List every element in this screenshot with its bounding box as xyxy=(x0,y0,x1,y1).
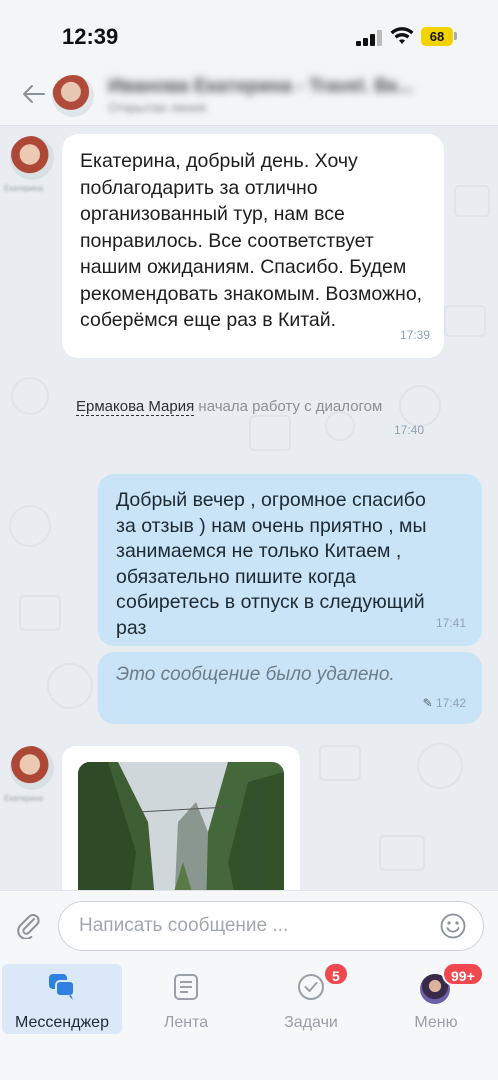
nav-label: Меню xyxy=(414,1014,458,1031)
menu-badge: 99+ xyxy=(442,962,484,986)
sender-label: Екатерина xyxy=(4,794,44,803)
battery-tip xyxy=(454,32,457,40)
message-time: 17:39 xyxy=(399,328,430,342)
feed-icon xyxy=(174,974,198,1000)
system-message: Ермакова Мария начала работу с диалогом xyxy=(76,396,436,418)
sender-avatar[interactable] xyxy=(10,746,54,790)
signal-icon xyxy=(356,30,382,46)
message-text: Екатерина, добрый день. Хочу поблагодари… xyxy=(80,150,423,331)
incoming-message[interactable]: Екатерина, добрый день. Хочу поблагодари… xyxy=(62,134,444,358)
photo-image xyxy=(78,762,284,890)
outgoing-message[interactable]: Добрый вечер , огромное спасибо за отзыв… xyxy=(98,474,482,646)
photo-message[interactable] xyxy=(62,746,300,890)
message-time: ✎ 17:42 xyxy=(423,691,466,716)
deleted-message[interactable]: Это сообщение было удалено. ✎ 17:42 xyxy=(98,652,482,724)
check-circle-icon xyxy=(298,974,324,1000)
nav-feed[interactable]: Лента xyxy=(126,964,246,1034)
sender-avatar[interactable] xyxy=(10,136,54,180)
sender-label: Екатерина xyxy=(4,184,44,193)
message-text: Добрый вечер , огромное спасибо за отзыв… xyxy=(116,489,427,639)
nav-messenger[interactable]: Мессенджер xyxy=(2,964,122,1034)
chat-subtitle: Открытая линия xyxy=(108,100,207,115)
wifi-icon xyxy=(390,27,414,44)
chat-messages-area[interactable]: Екатерина Екатерина, добрый день. Хочу п… xyxy=(0,126,498,890)
message-composer xyxy=(0,890,498,958)
operator-name-link[interactable]: Ермакова Мария xyxy=(76,398,195,416)
arrow-left-icon xyxy=(23,85,45,103)
pencil-icon: ✎ xyxy=(422,696,433,710)
status-time: 12:39 xyxy=(62,24,119,49)
nav-label: Задачи xyxy=(284,1014,338,1031)
nav-tasks[interactable]: 5 Задачи xyxy=(251,962,371,1034)
smile-icon[interactable] xyxy=(440,913,466,939)
status-bar: 12:39 68 xyxy=(0,0,498,64)
system-message-time: 17:40 xyxy=(394,423,425,437)
tasks-badge: 5 xyxy=(323,962,349,986)
nav-label: Мессенджер xyxy=(15,1014,109,1031)
deleted-message-text: Это сообщение было удалено. xyxy=(116,664,395,685)
bottom-navigation: Мессенджер Лента 5 Задачи 99+ Меню xyxy=(0,958,498,1080)
nav-menu[interactable]: 99+ Меню xyxy=(376,962,496,1034)
contact-avatar[interactable] xyxy=(52,75,94,117)
chat-header: Иванова Екатерина - Travel. Вк... Открыт… xyxy=(0,64,498,126)
paperclip-icon[interactable] xyxy=(14,911,42,939)
message-input[interactable] xyxy=(58,901,484,951)
battery-indicator: 68 xyxy=(421,27,453,46)
system-message-text: начала работу с диалогом xyxy=(194,398,383,415)
nav-label: Лента xyxy=(163,1014,209,1031)
mountain-gorge-photo[interactable] xyxy=(78,762,284,890)
message-time: 17:41 xyxy=(435,616,466,630)
deleted-message-time: 17:42 xyxy=(435,696,466,710)
chat-title[interactable]: Иванова Екатерина - Travel. Вк... xyxy=(108,76,413,98)
chat-bubbles-icon xyxy=(49,974,75,1000)
back-button[interactable] xyxy=(20,82,50,108)
